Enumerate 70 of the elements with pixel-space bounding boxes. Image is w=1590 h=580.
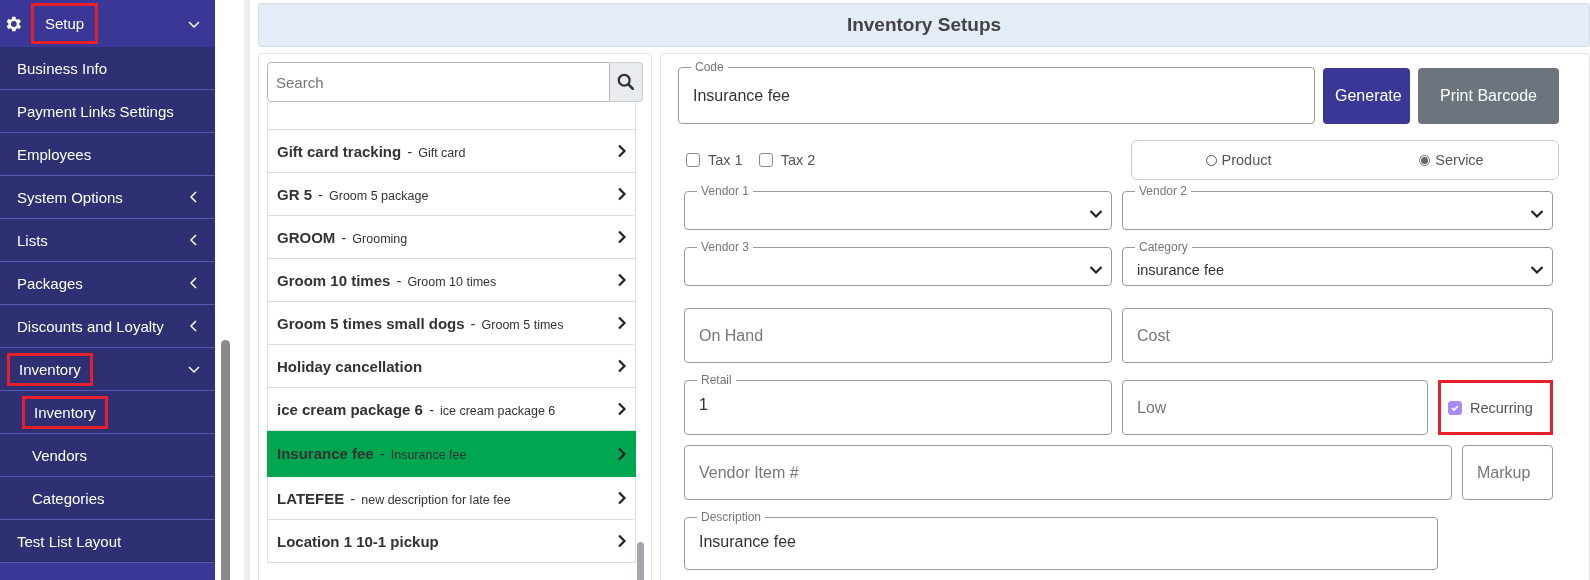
list-item[interactable]: Groom 5 times small dogs - Groom 5 times xyxy=(267,302,636,345)
input-field[interactable]: Description Insurance fee xyxy=(684,510,1438,570)
search-field[interactable]: Search xyxy=(267,62,610,102)
scrollbar-thumb[interactable] xyxy=(221,340,230,580)
tax-checkbox[interactable]: Tax 2 xyxy=(758,152,816,168)
list-item[interactable]: LATEFEE - new description for late fee xyxy=(267,477,636,520)
item-text: Location 1 10-1 pickup xyxy=(277,532,439,550)
chevron-down-icon xyxy=(1089,208,1103,219)
sidebar-group[interactable]: Discounts and Loyalty xyxy=(0,305,215,348)
list-item[interactable]: Holiday cancellation xyxy=(267,345,636,388)
sidebar-item[interactable]: Business Info xyxy=(0,47,215,90)
search-button[interactable] xyxy=(610,62,643,102)
select-field[interactable]: Category insurance fee xyxy=(1122,240,1553,286)
checkmark-icon xyxy=(1450,402,1460,413)
select-field[interactable]: Vendor 1 xyxy=(684,184,1112,230)
sidebar-item[interactable]: Payment Links Settings xyxy=(0,90,215,133)
chevron-right-icon xyxy=(617,273,627,287)
chevron-right-icon xyxy=(617,446,627,461)
chevron-right-icon xyxy=(617,187,627,201)
code-field[interactable]: Code Insurance fee xyxy=(678,60,1315,124)
sidebar-subitem[interactable]: Inventory xyxy=(0,391,215,434)
list-item[interactable]: Groom 10 times - Groom 10 times xyxy=(267,259,636,302)
list-item[interactable]: GR 5 - Groom 5 package xyxy=(267,173,636,216)
sidebar-item[interactable]: Employees xyxy=(0,133,215,176)
radio-label[interactable]: Service xyxy=(1435,152,1484,168)
chevron-right-icon xyxy=(617,144,627,158)
chevron-right-icon xyxy=(617,230,627,244)
sidebar-subitem[interactable]: Categories xyxy=(0,477,215,520)
sidebar-group[interactable]: Packages xyxy=(0,262,215,305)
select-field[interactable]: Vendor 3 xyxy=(684,240,1112,286)
chevron-right-icon xyxy=(617,402,627,416)
input-field[interactable]: Markup xyxy=(1462,445,1553,500)
sidebar-group[interactable]: System Options xyxy=(0,176,215,219)
item-text: GR 5 - Groom 5 package xyxy=(277,185,429,203)
item-text: GROOM - Grooming xyxy=(277,228,408,246)
list-item[interactable]: Location 1 10-1 pickup xyxy=(267,520,636,563)
page-title: Inventory Setups xyxy=(846,14,1002,36)
chevron-down-icon xyxy=(1089,264,1103,275)
list-item[interactable]: Insurance fee - Insurance fee xyxy=(267,431,636,477)
recurring-checkbox[interactable]: Recurring xyxy=(1438,380,1553,435)
chevron-down-icon xyxy=(1530,264,1544,275)
item-text: ice cream package 6 - ice cream package 6 xyxy=(277,400,556,418)
input-field[interactable]: Vendor Item # xyxy=(684,445,1452,500)
input-field[interactable]: Retail 1 xyxy=(684,373,1112,435)
sidebar-subitem[interactable]: Vendors xyxy=(0,434,215,477)
input-field[interactable]: Cost xyxy=(1122,308,1553,363)
chevron-right-icon xyxy=(617,491,627,505)
item-text: Groom 10 times - Groom 10 times xyxy=(277,271,497,289)
radio-label[interactable]: Product xyxy=(1221,152,1272,168)
select-field[interactable]: Vendor 2 xyxy=(1122,184,1553,230)
item-text: LATEFEE - new description for late fee xyxy=(277,489,511,507)
sidebar-section-header[interactable]: Setup xyxy=(0,0,215,47)
item-text: Insurance fee - Insurance fee xyxy=(277,445,467,462)
input-field[interactable]: Low xyxy=(1122,380,1428,435)
search-icon xyxy=(617,73,635,91)
chevron-down-icon xyxy=(1530,208,1544,219)
chevron-right-icon xyxy=(617,359,627,373)
generate-button[interactable]: Generate xyxy=(1323,68,1410,124)
tax-checkbox[interactable]: Tax 1 xyxy=(686,152,743,168)
list-item[interactable]: GROOM - Grooming xyxy=(267,216,636,259)
sidebar-group[interactable]: Lists xyxy=(0,219,215,262)
chevron-right-icon xyxy=(617,534,627,548)
item-text: Groom 5 times small dogs - Groom 5 times xyxy=(277,314,564,332)
barcode-button[interactable]: Print Barcode xyxy=(1418,68,1559,124)
list-item[interactable]: Gift card tracking - Gift card xyxy=(267,130,636,173)
item-text: Holiday cancellation xyxy=(277,357,423,375)
input-field[interactable]: On Hand xyxy=(684,308,1112,363)
chevron-right-icon xyxy=(617,316,627,330)
item-text: Gift card tracking - Gift card xyxy=(277,142,466,160)
sidebar-group[interactable]: Inventory xyxy=(0,348,215,391)
